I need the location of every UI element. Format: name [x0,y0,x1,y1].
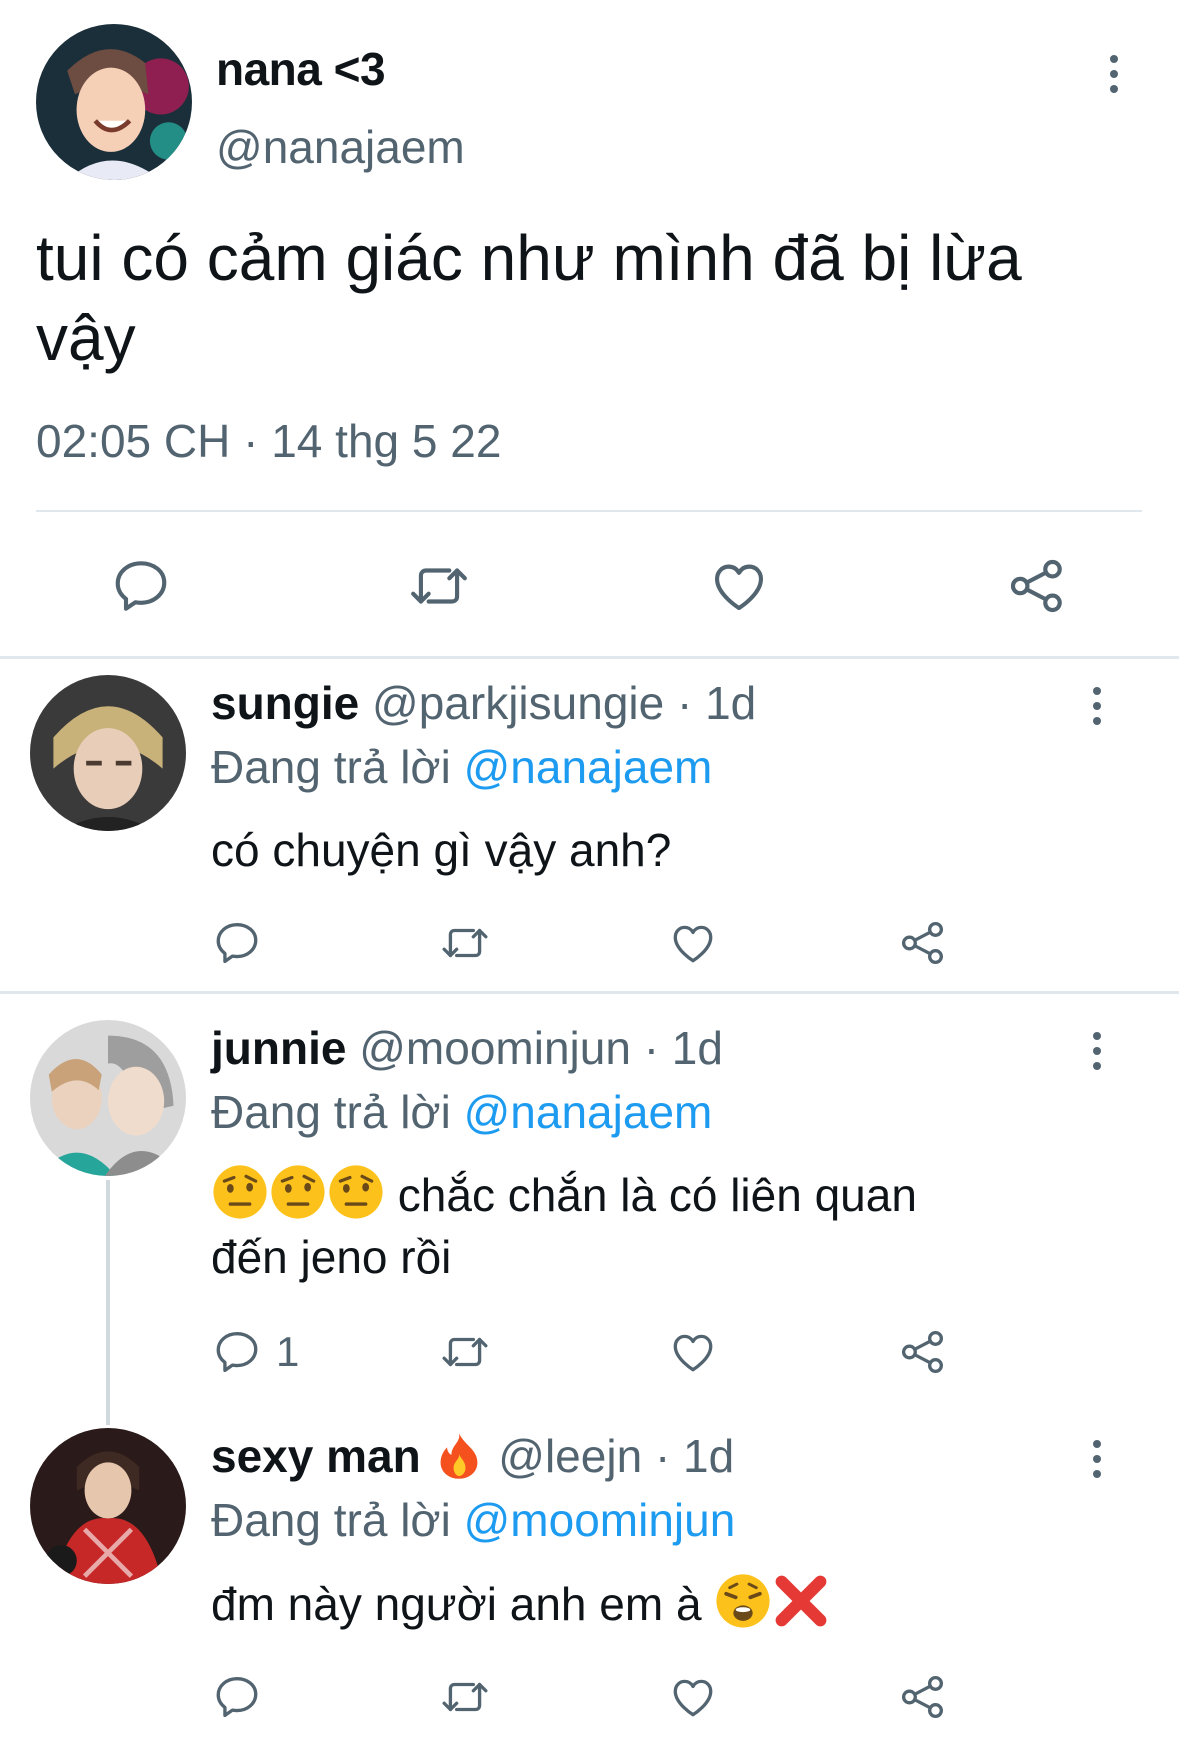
tweet-text: tui có cảm giác như mình đã bị lừa vậy [36,222,1022,374]
raised-eyebrow-emoji [211,1163,269,1221]
share-button[interactable] [898,1327,948,1377]
reply-button[interactable] [212,918,262,968]
like-icon [668,918,718,968]
replying-to: Đang trả lời @moominjun [211,1493,735,1547]
replying-label: Đang trả lời [211,1086,451,1138]
reply-text: đm này người anh em à [211,1572,1111,1635]
share-icon [898,1327,948,1377]
reply-header: junnie @moominjun · 1d [211,1021,723,1075]
mention-link[interactable]: @nanajaem [464,1086,713,1138]
fire-emoji [433,1430,485,1482]
user-handle[interactable]: @moominjun [359,1022,631,1074]
replying-label: Đang trả lời [211,1494,451,1546]
share-icon [1006,555,1068,617]
reply-count: 1 [276,1328,300,1375]
replying-label: Đang trả lời [211,741,451,793]
like-icon [708,555,770,617]
avatar[interactable] [36,24,192,180]
retweet-icon [440,1672,490,1722]
mention-link[interactable]: @moominjun [464,1494,736,1546]
weary-face-emoji [714,1572,772,1630]
raised-eyebrow-emoji [327,1163,385,1221]
reply-button[interactable]: 1 [212,1327,299,1377]
relative-time: · 1d [654,1430,735,1482]
user-handle[interactable]: @nanajaem [216,120,465,174]
reply-text-line: đến jeno rồi [211,1231,452,1283]
reply-text-line: đm này người anh em à [211,1578,702,1630]
relative-time: · 1d [676,677,757,729]
reply-icon [212,918,262,968]
replying-to: Đang trả lời @nanajaem [211,1085,712,1139]
more-options-icon[interactable] [1094,44,1134,104]
reply-text-line: chắc chắn là có liên quan [397,1169,917,1221]
display-name[interactable]: sungie [211,677,359,729]
like-button[interactable] [708,555,770,617]
share-icon [898,1672,948,1722]
like-button[interactable] [668,918,718,968]
retweet-icon [440,1327,490,1377]
user-handle[interactable]: @parkjisungie [372,677,664,729]
like-button[interactable] [668,1327,718,1377]
avatar[interactable] [30,675,186,831]
reply-button[interactable] [212,1672,262,1722]
avatar[interactable] [30,1020,186,1176]
retweet-button[interactable] [440,1327,490,1377]
relative-time: · 1d [643,1022,723,1074]
reply-icon [212,1327,262,1377]
reply-icon [212,1672,262,1722]
retweet-button[interactable] [408,555,470,617]
more-options-icon[interactable] [1077,676,1117,736]
reply-header: sexy man @leejn · 1d [211,1429,734,1483]
cross-mark-emoji [772,1572,830,1630]
divider [36,510,1142,512]
retweet-button[interactable] [440,918,490,968]
retweet-button[interactable] [440,1672,490,1722]
reply-button[interactable] [110,555,172,617]
divider [0,991,1179,994]
like-icon [668,1672,718,1722]
like-icon [668,1327,718,1377]
share-button[interactable] [1006,555,1068,617]
tweet-timestamp[interactable]: 02:05 CH · 14 thg 5 22 [36,414,501,468]
display-name[interactable]: sexy man [211,1430,421,1482]
retweet-icon [440,918,490,968]
like-button[interactable] [668,1672,718,1722]
reply-text: có chuyện gì vậy anh? [211,824,672,876]
reply-header: sungie @parkjisungie · 1d [211,676,756,730]
avatar[interactable] [30,1428,186,1584]
replying-to: Đang trả lời @nanajaem [211,740,712,794]
user-handle[interactable]: @leejn [498,1430,642,1482]
more-options-icon[interactable] [1077,1021,1117,1081]
reply-icon [110,555,172,617]
mention-link[interactable]: @nanajaem [464,741,713,793]
raised-eyebrow-emoji [269,1163,327,1221]
share-button[interactable] [898,1672,948,1722]
main-tweet: nana <3 @nanajaem tui có cảm giác như mì… [0,0,1179,656]
divider [0,656,1179,659]
share-icon [898,918,948,968]
reply-text: chắc chắn là có liên quan đến jeno rồi [211,1163,1111,1288]
thread-line [106,1180,110,1425]
more-options-icon[interactable] [1077,1429,1117,1489]
display-name[interactable]: nana <3 [216,42,386,96]
share-button[interactable] [898,918,948,968]
display-name[interactable]: junnie [211,1022,346,1074]
retweet-icon [408,555,470,617]
